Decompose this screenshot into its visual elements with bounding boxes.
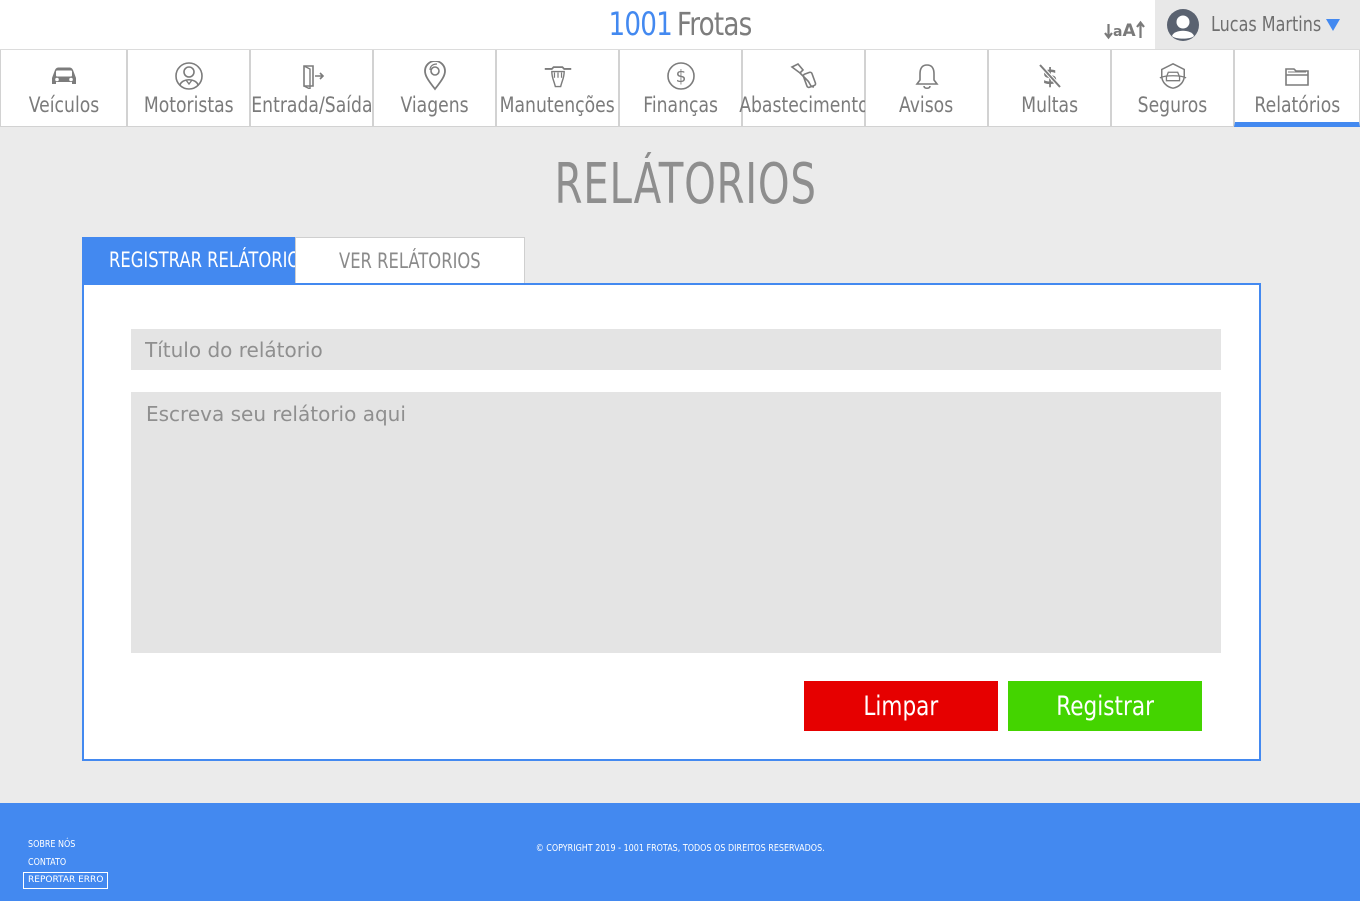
nav-item-multas[interactable]: $ Multas — [988, 50, 1111, 127]
nav-label: Multas — [1021, 93, 1078, 117]
brand-name: Frotas — [676, 5, 752, 43]
report-form-panel: Limpar Registrar — [82, 283, 1261, 761]
font-large-label: A — [1122, 21, 1136, 41]
insured-car-icon — [1158, 61, 1188, 91]
nav-label: Abastecimento — [738, 93, 869, 117]
tab-view-reports[interactable]: VER RELÁTORIOS — [295, 237, 525, 283]
nav-label: Manutenções — [499, 93, 616, 117]
car-icon — [49, 61, 79, 91]
report-body-textarea[interactable] — [131, 392, 1221, 653]
user-menu[interactable]: Lucas Martins — [1155, 0, 1360, 49]
wrench-hand-icon — [543, 61, 573, 91]
main-nav: Veículos Motoristas Entrada/Saída Viagen… — [0, 49, 1360, 127]
door-exit-icon — [297, 61, 327, 91]
nav-item-avisos[interactable]: Avisos — [865, 50, 988, 127]
footer-links: SOBRE NÓS CONTATO REPORTAR ERRO — [23, 836, 109, 889]
brand-number: 1001 — [608, 5, 673, 43]
nav-label: Veículos — [28, 93, 99, 117]
avatar-icon — [1167, 9, 1199, 41]
arrow-up-icon — [1135, 20, 1145, 38]
dollar-strike-icon: $ — [1035, 61, 1065, 91]
nav-label: Entrada/Saída — [250, 93, 373, 117]
nav-item-abastecimento[interactable]: Abastecimento — [738, 50, 869, 127]
nav-item-viagens[interactable]: Viagens — [373, 50, 496, 127]
svg-text:$: $ — [675, 67, 686, 87]
dollar-coin-icon: $ — [666, 61, 696, 91]
footer-link-contact[interactable]: CONTATO — [28, 854, 75, 872]
folder-icon — [1282, 61, 1312, 91]
fuel-nozzle-icon — [789, 61, 819, 91]
chevron-down-icon[interactable] — [1326, 19, 1340, 31]
nav-label: Seguros — [1137, 93, 1208, 117]
nav-item-seguros[interactable]: Seguros — [1111, 50, 1234, 127]
footer-link-report-error[interactable]: REPORTAR ERRO — [23, 872, 109, 889]
bell-icon — [912, 61, 942, 91]
font-size-toggle[interactable]: a A — [1104, 12, 1146, 40]
nav-item-relatorios[interactable]: Relatórios — [1234, 50, 1360, 127]
user-name: Lucas Martins — [1211, 12, 1322, 36]
page-title: RELÁTORIOS — [554, 152, 817, 217]
driver-icon — [174, 61, 204, 91]
nav-label: Avisos — [899, 93, 954, 117]
tab-register-report[interactable]: REGISTRAR RELÁTORIO — [82, 237, 300, 283]
brand-logo[interactable]: 1001 Frotas — [122, 0, 1237, 49]
nav-label: Viagens — [400, 93, 469, 117]
register-button[interactable]: Registrar — [1008, 681, 1202, 731]
nav-item-financas[interactable]: $ Finanças — [619, 50, 742, 127]
clear-label: Limpar — [863, 690, 939, 722]
map-pin-icon — [420, 61, 450, 91]
arrow-down-icon — [1104, 24, 1113, 40]
nav-item-entrada-saida[interactable]: Entrada/Saída — [250, 50, 373, 127]
report-title-input[interactable] — [131, 329, 1221, 370]
register-label: Registrar — [1056, 690, 1154, 722]
nav-item-motoristas[interactable]: Motoristas — [127, 50, 250, 127]
footer: SOBRE NÓS CONTATO REPORTAR ERRO © COPYRI… — [0, 803, 1360, 901]
top-header: 1001 Frotas a A Lucas Martins — [0, 0, 1360, 49]
footer-link-about[interactable]: SOBRE NÓS — [28, 836, 75, 854]
tab-label: VER RELÁTORIOS — [339, 249, 481, 273]
tab-label: REGISTRAR RELÁTORIO — [108, 248, 301, 272]
font-small-label: a — [1113, 24, 1123, 40]
copyright-text: © COPYRIGHT 2019 - 1001 FROTAS, TODOS OS… — [535, 843, 825, 854]
nav-item-manutencoes[interactable]: Manutenções — [496, 50, 619, 127]
nav-label: Finanças — [643, 93, 718, 117]
nav-item-veiculos[interactable]: Veículos — [0, 50, 127, 127]
clear-button[interactable]: Limpar — [804, 681, 998, 731]
nav-label: Motoristas — [143, 93, 234, 117]
nav-label: Relatórios — [1254, 93, 1340, 117]
